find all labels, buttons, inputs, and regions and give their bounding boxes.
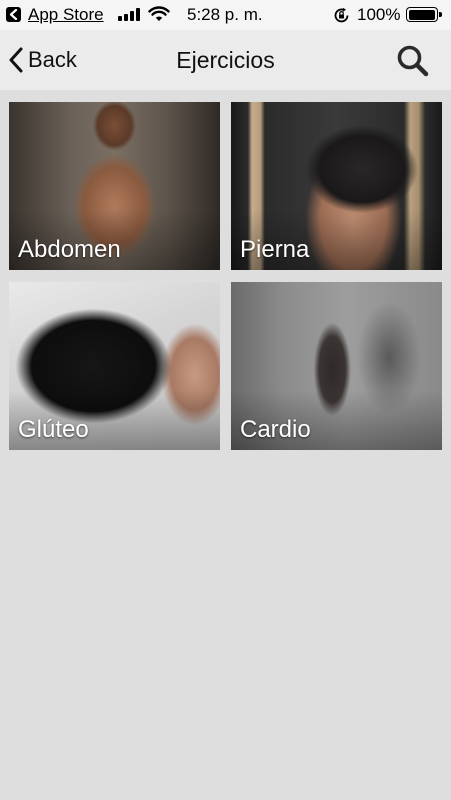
page-title: Ejercicios <box>176 47 275 73</box>
search-button[interactable] <box>395 43 431 79</box>
status-time: 5:28 p. m. <box>187 5 263 24</box>
back-to-app-icon[interactable] <box>6 7 21 22</box>
back-to-app-link[interactable]: App Store <box>28 4 104 26</box>
category-label: Cardio <box>240 416 311 443</box>
battery-fill <box>408 9 435 20</box>
battery-nub <box>439 12 442 17</box>
category-tile-gluteo[interactable]: Glúteo <box>9 282 220 450</box>
wifi-icon <box>148 6 170 28</box>
category-label: Abdomen <box>18 236 121 263</box>
cellular-signal-icon <box>118 8 142 21</box>
search-icon <box>397 45 429 77</box>
battery-icon <box>406 7 442 22</box>
status-bar: App Store 5:28 p. m. 100% <box>0 0 451 30</box>
category-label: Pierna <box>240 236 310 263</box>
category-tile-abdomen[interactable]: Abdomen <box>9 102 220 270</box>
navigation-bar: Back Ejercicios <box>0 30 451 90</box>
category-label: Glúteo <box>18 416 89 443</box>
battery-percentage: 100% <box>357 5 401 24</box>
category-tile-pierna[interactable]: Pierna <box>231 102 442 270</box>
category-tile-cardio[interactable]: Cardio <box>231 282 442 450</box>
orientation-lock-icon <box>333 7 350 29</box>
